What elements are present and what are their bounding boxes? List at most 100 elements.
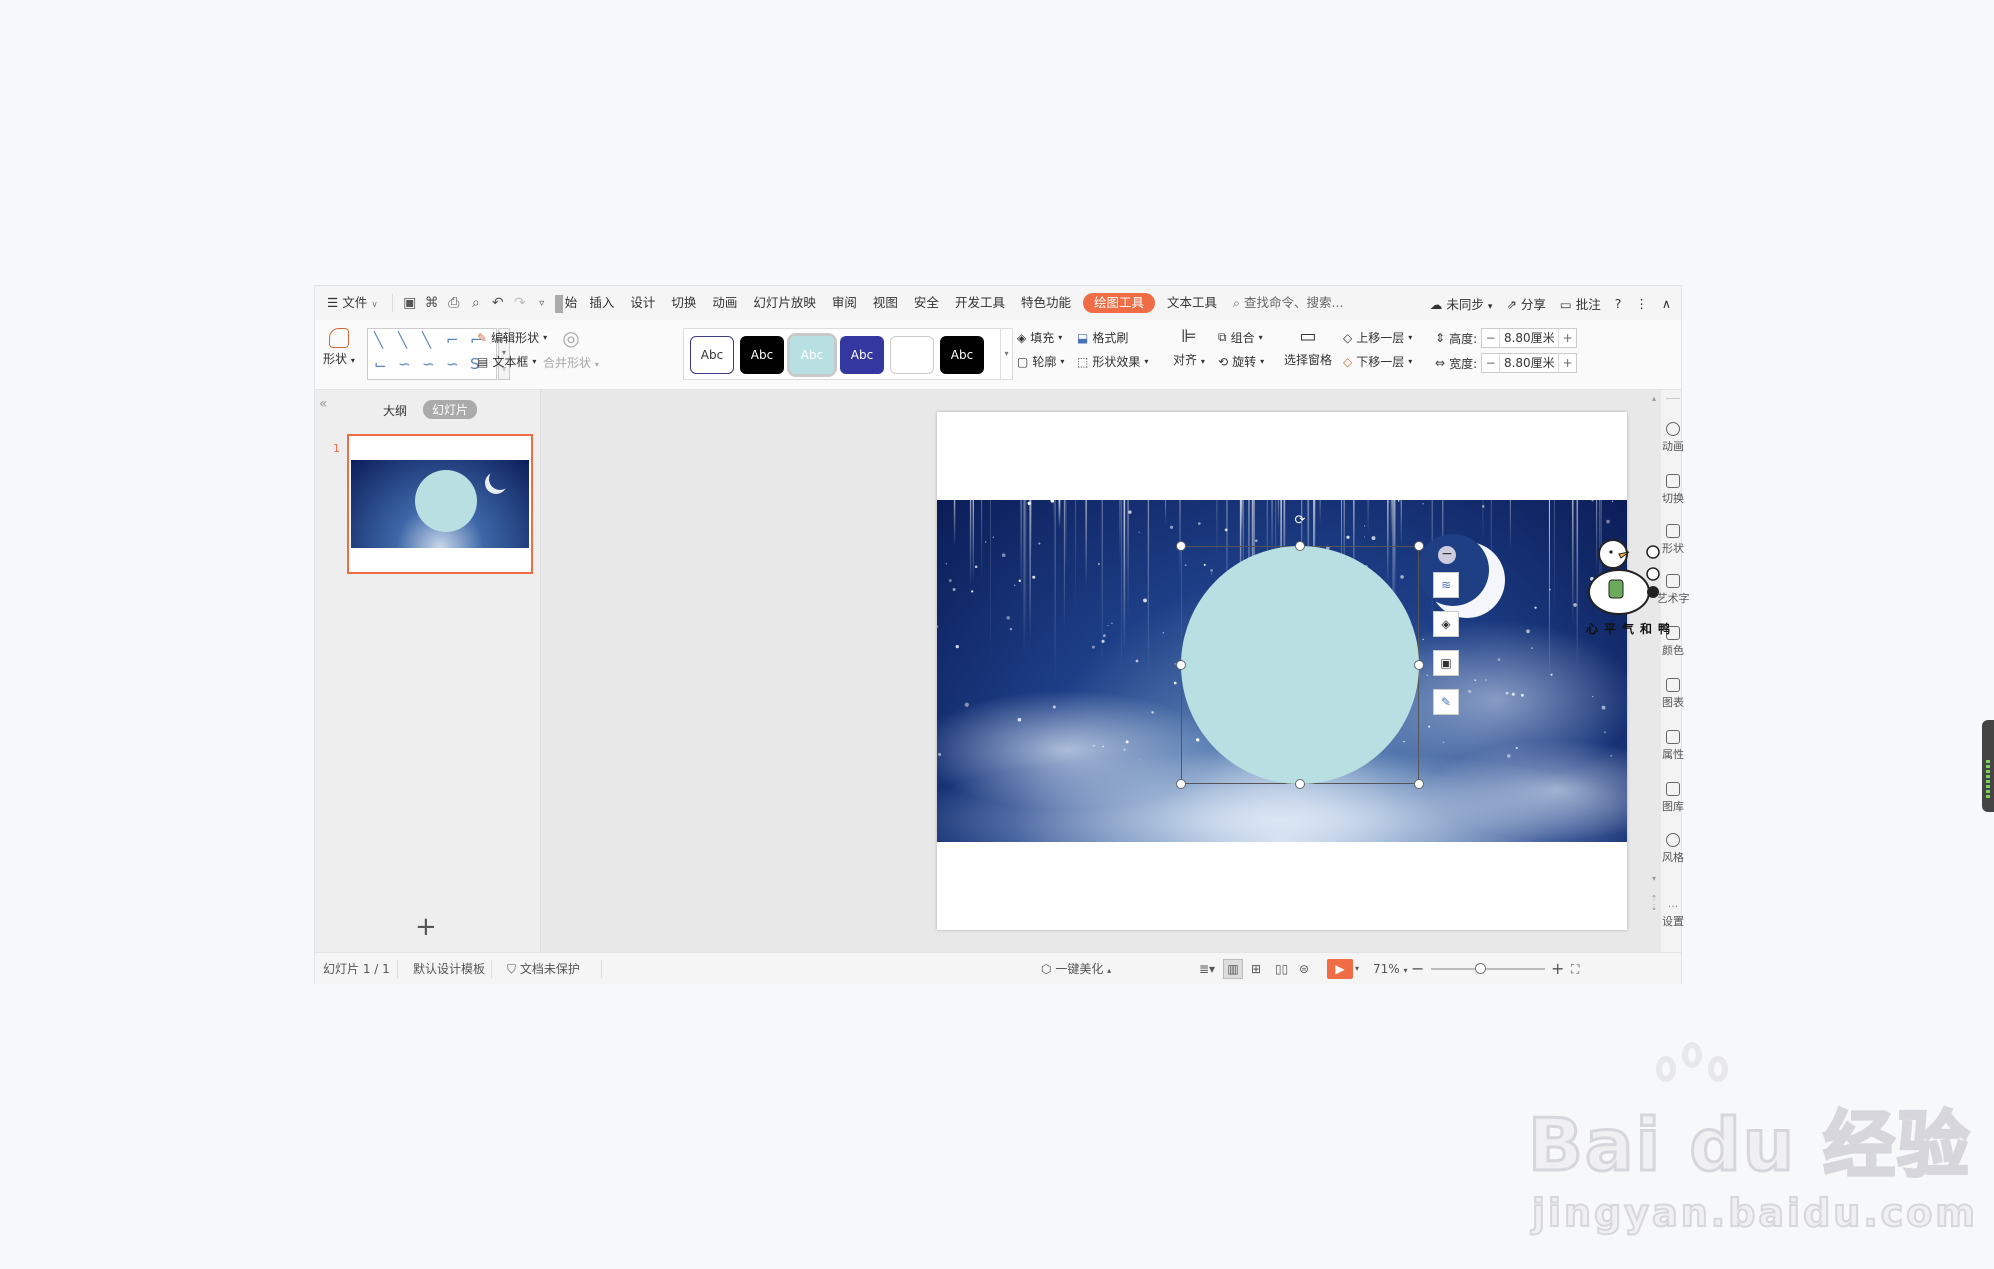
group-button[interactable]: ⧉ 组合 ▾	[1218, 329, 1263, 346]
pane-settings[interactable]: ··· 设置	[1652, 900, 1694, 929]
redo-icon[interactable]: ↷	[509, 292, 531, 314]
tab-design[interactable]: 设计	[622, 286, 663, 320]
tab-home[interactable]: 始	[553, 286, 582, 320]
pane-animation[interactable]: 动画	[1652, 422, 1694, 454]
resize-handle[interactable]	[1414, 779, 1424, 789]
tab-transition[interactable]: 切换	[663, 286, 704, 320]
send-backward-button[interactable]: ◇ 下移一层 ▾	[1343, 353, 1412, 370]
beautify-button[interactable]: ⬡ 一键美化 ▴	[1041, 953, 1111, 985]
zoom-out-icon[interactable]: −	[1411, 953, 1424, 985]
fill-button[interactable]: ◈ 填充 ▾	[1017, 329, 1062, 346]
sync-button[interactable]: ☁ 未同步 ▾	[1430, 294, 1493, 313]
tab-developer[interactable]: 开发工具	[947, 286, 1013, 320]
merge-shape-button[interactable]: ◎ 合并形状 ▾	[543, 326, 599, 371]
resize-handle[interactable]	[1295, 541, 1305, 551]
protection-status[interactable]: ⛉ 文档未保护	[507, 953, 580, 985]
selection-pane-button[interactable]: ▭ 选择窗格	[1284, 326, 1332, 368]
align-button[interactable]: ⊫ 对齐 ▾	[1173, 326, 1205, 368]
style-swatch-4[interactable]: Abc	[840, 336, 884, 374]
edge-widget[interactable]	[1982, 720, 1994, 812]
play-slideshow-button[interactable]: ▶	[1327, 959, 1353, 979]
rotate-button[interactable]: ⟲ 旋转 ▾	[1218, 353, 1264, 370]
tab-scroll-left[interactable]	[554, 294, 563, 313]
print-preview-icon[interactable]: ⌕	[465, 292, 487, 314]
template-name[interactable]: 默认设计模板	[413, 953, 485, 985]
textbox-button[interactable]: ▤ 文本框 ▾	[477, 353, 536, 370]
style-swatch-1[interactable]: Abc	[690, 336, 734, 374]
resize-handle[interactable]	[1176, 541, 1186, 551]
more-icon[interactable]: ⋮	[1635, 296, 1648, 311]
width-input[interactable]: − 8.80厘米 +	[1481, 353, 1578, 373]
bring-forward-button[interactable]: ◇ 上移一层 ▾	[1343, 329, 1412, 346]
shape-button[interactable]: 形状 ▾	[323, 328, 355, 367]
tab-text-tools[interactable]: 文本工具	[1159, 286, 1225, 320]
outline-button[interactable]: ▢ 轮廓 ▾	[1017, 353, 1064, 370]
reading-view-icon[interactable]: ▯▯	[1275, 953, 1288, 985]
collapse-panel-button[interactable]: «	[319, 396, 328, 412]
play-options-icon[interactable]: ▾	[1355, 953, 1359, 985]
resize-handle[interactable]	[1295, 779, 1305, 789]
tab-features[interactable]: 特色功能	[1013, 286, 1079, 320]
tab-review[interactable]: 审阅	[824, 286, 865, 320]
tab-outline[interactable]: 大纲	[383, 402, 407, 419]
file-menu[interactable]: ☰ 文件 ∨	[315, 286, 386, 320]
share-button[interactable]: ⇗ 分享	[1506, 294, 1545, 313]
pane-style[interactable]: 风格	[1652, 833, 1694, 865]
add-slide-button[interactable]: +	[415, 912, 437, 942]
pane-chart[interactable]: 图表	[1652, 678, 1694, 710]
tab-slides[interactable]: 幻灯片	[423, 400, 478, 419]
search-command[interactable]: ⌕ 查找命令、搜索...	[1225, 286, 1351, 320]
height-input[interactable]: − 8.80厘米 +	[1481, 328, 1578, 348]
fill-icon[interactable]: ◈	[1433, 611, 1459, 637]
outline-icon[interactable]: ▣	[1433, 650, 1459, 676]
edit-shape-button[interactable]: ✎ 编辑形状 ▾	[477, 329, 547, 346]
decrement-icon[interactable]: −	[1482, 329, 1501, 347]
zoom-slider-thumb[interactable]	[1475, 963, 1486, 974]
shape-effects-button[interactable]: ⬚ 形状效果 ▾	[1077, 353, 1148, 370]
resize-handle[interactable]	[1414, 660, 1424, 670]
style-gallery-more[interactable]: ▾	[1000, 329, 1012, 379]
resize-handle[interactable]	[1414, 541, 1424, 551]
circle-shape[interactable]	[1181, 546, 1419, 784]
print-icon[interactable]: ⎙	[443, 292, 465, 314]
style-swatch-3[interactable]: Abc	[787, 333, 837, 377]
tab-slideshow[interactable]: 幻灯片放映	[745, 286, 824, 320]
increment-icon[interactable]: +	[1558, 329, 1576, 347]
pane-gallery[interactable]: 图库	[1652, 782, 1694, 814]
tab-view[interactable]: 视图	[865, 286, 906, 320]
increment-icon[interactable]: +	[1558, 354, 1576, 372]
save-icon[interactable]: ▣	[399, 292, 421, 314]
zoom-in-icon[interactable]: +	[1551, 953, 1564, 985]
quick-access-more-icon[interactable]: ▿	[531, 292, 553, 314]
presenter-view-icon[interactable]: ⊜	[1299, 953, 1309, 985]
notes-toggle-icon[interactable]: ≣▾	[1199, 953, 1215, 985]
tab-drawing-tools[interactable]: 绘图工具	[1082, 293, 1155, 313]
tab-insert[interactable]: 插入	[581, 286, 622, 320]
collapse-toolbar-icon[interactable]: −	[1438, 546, 1456, 564]
resize-handle[interactable]	[1176, 779, 1186, 789]
slide-sorter-icon[interactable]: ⊞	[1251, 953, 1261, 985]
format-painter-button[interactable]: ⬓ 格式刷	[1077, 329, 1128, 346]
normal-view-icon[interactable]: ▥	[1223, 959, 1243, 979]
resize-handle[interactable]	[1176, 660, 1186, 670]
style-swatch-5[interactable]	[890, 336, 934, 374]
format-brush-icon[interactable]: ⌘	[421, 292, 443, 314]
style-swatch-2[interactable]: Abc	[740, 336, 784, 374]
collapse-ribbon-icon[interactable]: ∧	[1662, 296, 1671, 311]
decrement-icon[interactable]: −	[1482, 354, 1501, 372]
help-button[interactable]: ?	[1615, 296, 1622, 311]
tab-animation[interactable]: 动画	[704, 286, 745, 320]
rotate-handle-icon[interactable]: ⟳	[1293, 514, 1307, 528]
pen-icon[interactable]: ✎	[1433, 689, 1459, 715]
zoom-level[interactable]: 71% ▾	[1373, 953, 1408, 985]
slide-canvas[interactable]: ⟳ − ≋ ◈ ▣ ✎	[937, 412, 1627, 930]
style-swatch-6[interactable]: Abc	[940, 336, 984, 374]
pane-transition[interactable]: 切换	[1652, 474, 1694, 506]
pane-properties[interactable]: 属性	[1652, 730, 1694, 762]
selected-circle-shape[interactable]: ⟳	[1176, 514, 1424, 789]
slide-thumbnail[interactable]	[347, 434, 533, 574]
comment-button[interactable]: ▭ 批注	[1560, 294, 1601, 313]
zoom-slider[interactable]	[1431, 953, 1545, 985]
layers-icon[interactable]: ≋	[1433, 572, 1459, 598]
undo-icon[interactable]: ↶	[487, 292, 509, 314]
